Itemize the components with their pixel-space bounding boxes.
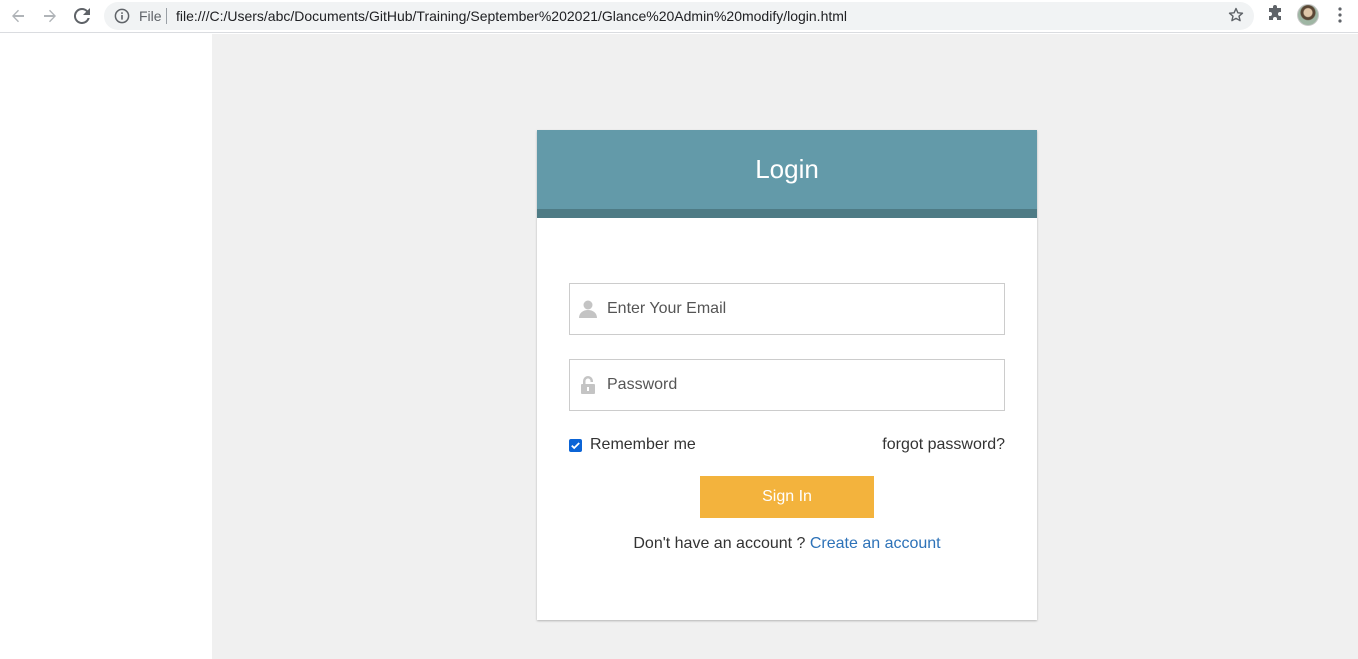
lock-icon <box>581 376 595 394</box>
sign-in-button[interactable]: Sign In <box>700 476 874 518</box>
login-card: Login Remember me forgot password? Sign … <box>537 130 1037 620</box>
forward-button[interactable] <box>37 3 63 29</box>
remember-label[interactable]: Remember me <box>590 436 696 454</box>
signup-prompt-text: Don't have an account ? <box>633 535 806 552</box>
user-icon <box>579 300 597 318</box>
signup-prompt: Don't have an account ? Create an accoun… <box>537 535 1037 553</box>
more-menu-icon[interactable] <box>1330 5 1350 25</box>
browser-toolbar: File file:///C:/Users/abc/Documents/GitH… <box>0 0 1358 33</box>
star-icon[interactable] <box>1228 7 1244 23</box>
url-text[interactable]: file:///C:/Users/abc/Documents/GitHub/Tr… <box>176 8 847 24</box>
extensions-icon[interactable] <box>1266 5 1284 23</box>
reload-icon <box>74 8 90 24</box>
remember-checkbox[interactable] <box>569 438 582 452</box>
email-input[interactable] <box>607 284 997 334</box>
login-header-bar <box>537 209 1037 218</box>
create-account-link[interactable]: Create an account <box>810 535 941 552</box>
profile-avatar[interactable] <box>1297 4 1319 26</box>
remember-me[interactable]: Remember me <box>569 436 696 454</box>
email-field[interactable] <box>569 283 1005 335</box>
scheme-divider <box>166 8 167 24</box>
url-scheme-label: File <box>139 8 162 24</box>
reload-button[interactable] <box>69 3 95 29</box>
back-arrow-icon <box>12 9 24 23</box>
back-button[interactable] <box>5 3 31 29</box>
password-field[interactable] <box>569 359 1005 411</box>
forgot-password-link[interactable]: forgot password? <box>882 436 1005 454</box>
left-blank-area <box>0 34 212 659</box>
login-title: Login <box>755 154 819 184</box>
login-header: Login <box>537 130 1037 209</box>
forward-arrow-icon <box>44 9 56 23</box>
password-input[interactable] <box>607 360 997 410</box>
address-bar[interactable]: File file:///C:/Users/abc/Documents/GitH… <box>104 2 1254 30</box>
info-icon[interactable] <box>114 8 130 24</box>
check-icon <box>571 441 580 449</box>
